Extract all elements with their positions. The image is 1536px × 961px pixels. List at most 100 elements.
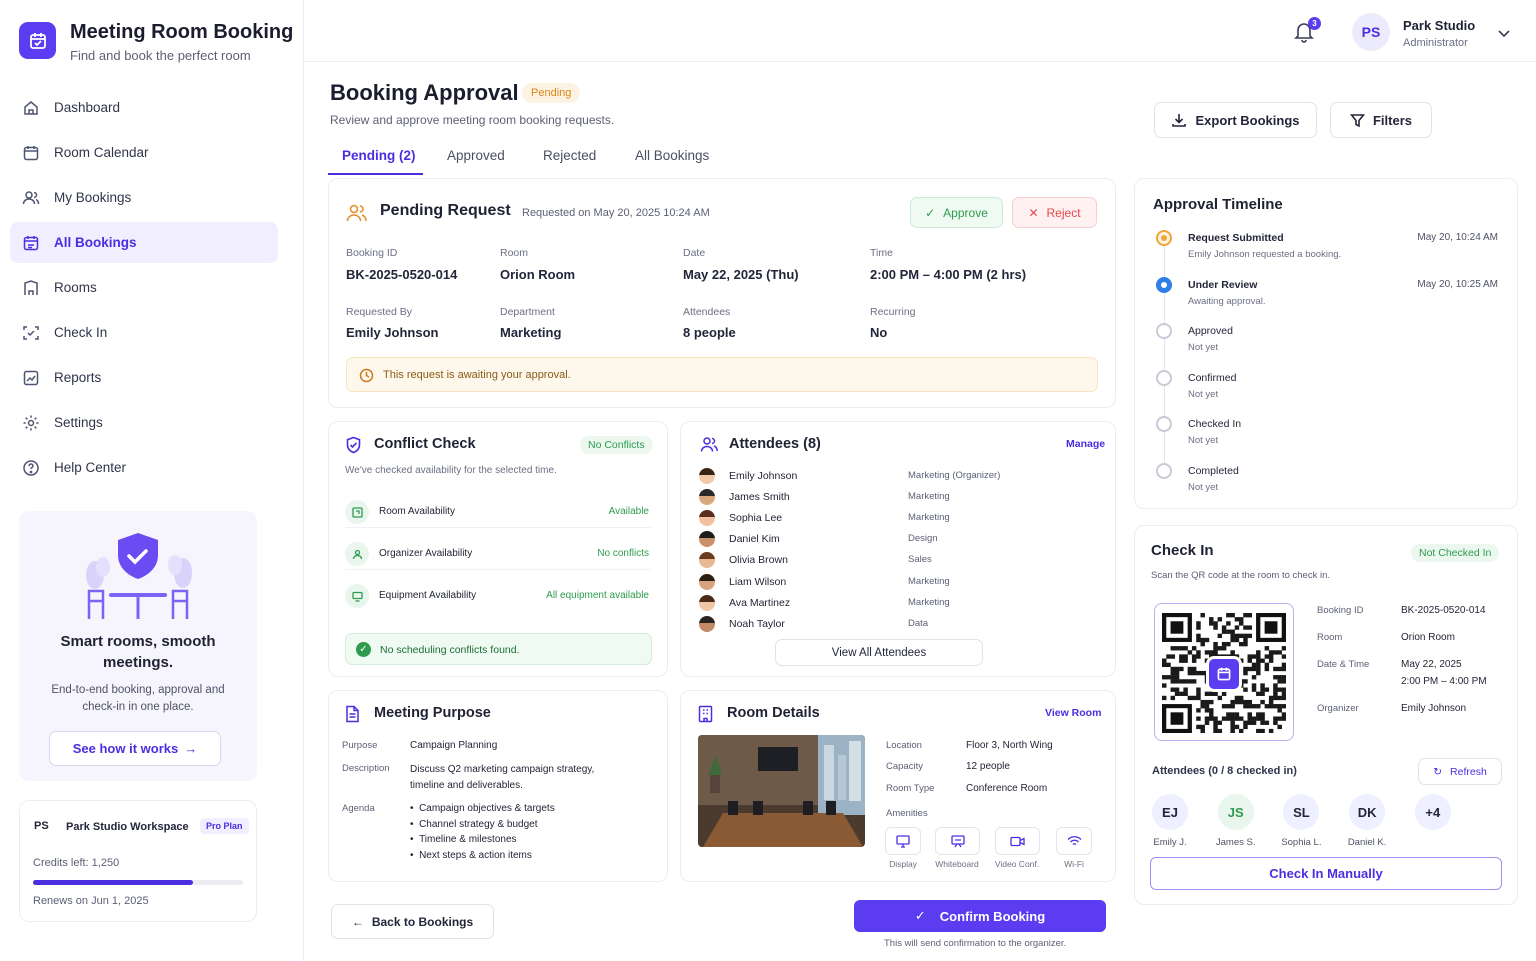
room-availability-row: Room Availability Available [345,498,651,528]
row-label: Equipment Availability [379,590,477,601]
attendee-department: Marketing [908,575,950,587]
arrow-right-icon: → [184,741,198,756]
promo-title: Smart rooms, smooth meetings. [60,633,216,671]
field-label: Booking ID [346,247,398,259]
agenda-item: • Channel strategy & budget [410,817,555,833]
sidebar-item-all-bookings[interactable]: All Bookings [10,222,278,263]
sidebar-item-dashboard[interactable]: Dashboard [10,87,278,128]
not-checked-in-badge: Not Checked In [1411,544,1500,562]
scan-icon [22,324,40,342]
export-bookings-button[interactable]: Export Bookings [1154,102,1317,138]
download-icon [1172,114,1187,127]
booking-time: 2:00 PM – 4:00 PM (2 hrs) [870,267,1027,282]
status-badge: Pending [522,83,581,103]
timeline-title: Approval Timeline [1153,196,1283,213]
field-label: Room [500,247,529,259]
refresh-button[interactable]: ↻ Refresh [1418,758,1502,785]
button-label: Export Bookings [1195,112,1300,128]
top-bar: 3 PS Park Studio Administrator [305,0,1536,62]
bullet-icon: • [410,849,420,861]
tab-pending[interactable]: Pending (2) [342,148,416,163]
pending-step-icon [1156,463,1172,479]
button-label: Filters [1372,112,1412,128]
approve-button[interactable]: ✓ Approve [910,197,1003,228]
video-camera-icon [995,827,1040,855]
checkin-attendees-label: Attendees (0 / 8 checked in) [1152,765,1297,777]
filter-icon [1349,113,1365,127]
field-label: Recurring [870,306,916,318]
tab-all-bookings[interactable]: All Bookings [635,148,709,163]
button-label: Reject [1046,205,1081,220]
agenda-text: Next steps & action items [419,849,532,861]
avatar [699,531,715,548]
button-label: Refresh [1450,765,1487,778]
amenity-label: Wi-Fi [1064,859,1084,869]
view-room-link[interactable]: View Room [1045,707,1101,719]
reject-button[interactable]: ✕ Reject [1012,197,1097,228]
room-location: Floor 3, North Wing [966,740,1053,751]
sidebar-item-room-calendar[interactable]: Room Calendar [10,132,278,173]
calendar-check-icon [22,234,40,252]
check-in-manually-button[interactable]: Check In Manually [1150,857,1502,890]
pending-step-icon [1156,369,1172,386]
avatar: DK [1349,794,1386,830]
booking-id: BK-2025-0520-014 [346,267,458,282]
timeline-step-time: May 20, 10:25 AM [1417,278,1498,290]
field-label: Capacity [886,761,923,772]
department: Marketing [500,325,562,340]
avatar[interactable]: PS [1352,13,1390,51]
avatar[interactable]: +4 [1414,794,1451,830]
timeline-step-subtitle: Not yet [1188,388,1219,400]
sidebar-item-settings[interactable]: Settings [10,402,278,443]
view-all-attendees-button[interactable]: View All Attendees [775,639,983,666]
notification-bell-button[interactable]: 3 [1293,17,1321,47]
room-capacity: 12 people [966,761,1010,772]
room-details-title: Room Details [727,705,820,721]
agenda-text: Channel strategy & budget [419,818,538,830]
attendee-department: Marketing [908,491,950,503]
sidebar-item-check-in[interactable]: Check In [10,312,278,353]
sidebar-item-label: Settings [54,415,103,430]
avatar [699,573,715,590]
manage-attendees-link[interactable]: Manage [1066,438,1105,450]
attendee-department: Sales [908,554,932,566]
row-status: All equipment available [546,590,649,601]
room-icon [345,500,369,524]
field-label: Room [1317,632,1343,643]
see-how-it-works-button[interactable]: See how it works → [49,731,221,766]
list-item: Emily Johnson Marketing (Organizer) [699,468,1099,485]
attendee-department: Marketing [908,596,950,608]
check-icon: ✓ [914,908,926,923]
avatar: EJ [1152,794,1188,830]
check-circle-icon: ✓ [356,642,371,657]
page-subtitle: Review and approve meeting room booking … [330,113,615,127]
chevron-down-icon[interactable] [1498,27,1510,41]
timeline-step-subtitle: Not yet [1188,482,1219,493]
amenity-label: Video Conf. [994,859,1040,869]
field-label: Date [683,247,706,259]
bullet-icon: • [410,803,420,814]
confirm-booking-button[interactable]: ✓ Confirm Booking [854,900,1106,932]
sidebar-item-my-bookings[interactable]: My Bookings [10,177,278,218]
document-icon [346,705,359,723]
pending-request-card: Pending Request Requested on May 20, 202… [328,178,1116,408]
tab-rejected[interactable]: Rejected [543,148,596,163]
promo-description: End-to-end booking, approval and check-i… [51,684,225,713]
tab-approved[interactable]: Approved [447,148,505,163]
attendee-name: Ava Martinez [729,596,791,609]
amenity-label: Whiteboard [935,859,979,869]
filters-button[interactable]: Filters [1330,102,1432,138]
home-icon [22,99,40,117]
pending-step-icon [1156,323,1172,340]
qr-code [1154,603,1294,741]
wifi-icon [1056,827,1092,855]
avatar [699,510,715,527]
field-label: Location [886,740,922,751]
sidebar-item-reports[interactable]: Reports [10,357,278,398]
chart-icon [22,369,40,387]
clock-icon [359,368,374,383]
sidebar-item-rooms[interactable]: Rooms [10,267,278,308]
timeline-step-subtitle: Emily Johnson requested a booking. [1188,249,1342,260]
back-to-bookings-button[interactable]: ← Back to Bookings [331,904,494,939]
sidebar-item-help-center[interactable]: Help Center [10,447,278,488]
